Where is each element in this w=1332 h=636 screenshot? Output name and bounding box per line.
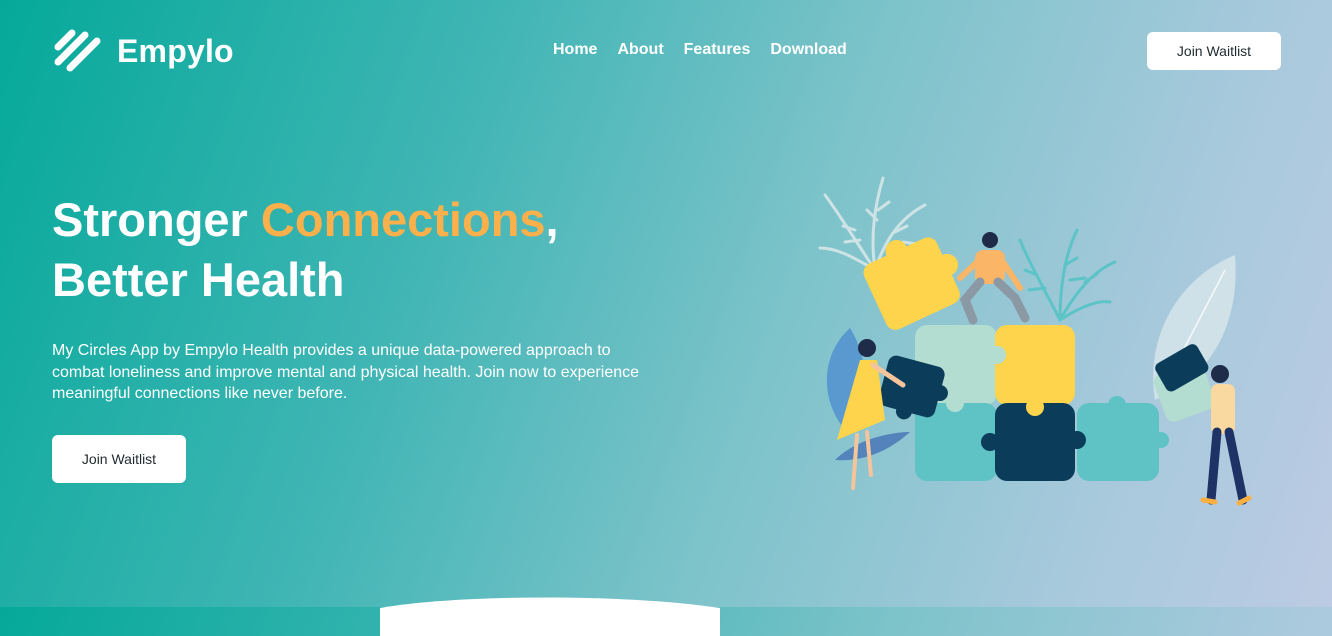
landing-page: Empylo Home About Features Download Join… [0,0,1332,636]
brand-logo[interactable]: Empylo [52,28,234,74]
palm-leaves-right [1018,228,1117,322]
stripes-icon [54,29,101,72]
nav-home-link[interactable]: Home [553,41,597,59]
main-nav: Home About Features Download [553,41,847,59]
hero-title-accent: Connections [260,193,546,246]
nav-about-link[interactable]: About [617,41,663,59]
hero-title-line2: Better Health [52,253,345,306]
header-join-waitlist-button[interactable]: Join Waitlist [1147,32,1281,70]
puzzle-people-illustration [818,176,1252,506]
sitting-man [957,232,1030,325]
hero-join-waitlist-button[interactable]: Join Waitlist [52,435,186,483]
bottom-wave [380,597,720,636]
brand-name: Empylo [117,32,234,69]
hero-title-comma: , [545,193,559,246]
puzzle-grid [915,325,1169,481]
hero-title-part1: Stronger [52,193,261,246]
nav-download-link[interactable]: Download [770,41,846,59]
nav-features-link[interactable]: Features [684,41,751,59]
hero-description: My Circles App by Empylo Health provides… [52,342,640,402]
hero-title: Stronger Connections, Better Health [52,190,559,310]
